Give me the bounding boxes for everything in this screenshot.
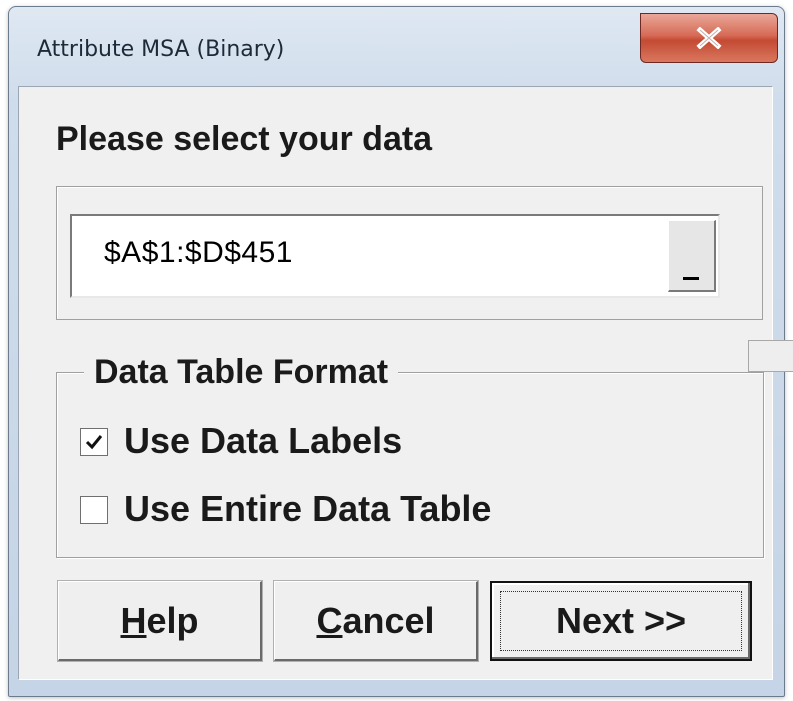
- use-entire-data-table-label[interactable]: Use Entire Data Table: [124, 488, 491, 530]
- next-label: Next >>: [555, 600, 687, 641]
- next-button[interactable]: Next >>: [490, 581, 752, 661]
- cancel-button[interactable]: Cancel: [274, 581, 478, 661]
- range-value[interactable]: $A$1:$D$451: [104, 236, 293, 270]
- range-select-icon: [683, 277, 699, 280]
- help-label-rest: elp: [146, 599, 199, 641]
- side-tab: [748, 340, 793, 372]
- checkmark-icon: [85, 435, 103, 450]
- help-button[interactable]: Help: [58, 581, 262, 661]
- range-select-button[interactable]: [668, 220, 716, 292]
- select-data-heading: Please select your data: [56, 120, 433, 158]
- data-table-format-group: [56, 372, 764, 558]
- use-data-labels-checkbox[interactable]: [80, 428, 108, 456]
- cancel-label-rest: ancel: [342, 599, 435, 641]
- help-mnemonic: H: [120, 599, 147, 641]
- use-entire-data-table-checkbox[interactable]: [80, 496, 108, 524]
- close-button[interactable]: [640, 13, 778, 63]
- group-legend: Data Table Format: [84, 353, 399, 392]
- window-title: Attribute MSA (Binary): [37, 37, 285, 62]
- close-icon: [696, 27, 722, 49]
- use-data-labels-label[interactable]: Use Data Labels: [124, 420, 402, 462]
- cancel-mnemonic: C: [316, 599, 343, 641]
